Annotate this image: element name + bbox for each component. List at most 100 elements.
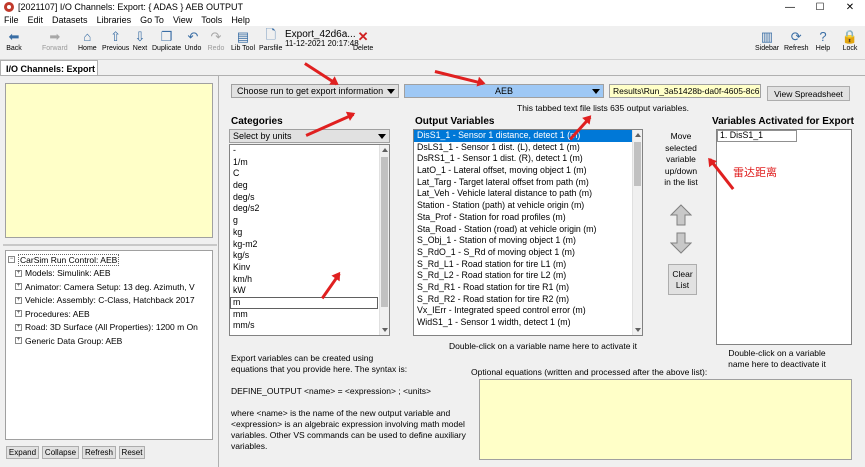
- notes-area[interactable]: [5, 83, 213, 238]
- previous-button[interactable]: ⇧ Previous: [102, 28, 129, 58]
- expand-icon[interactable]: +: [15, 337, 22, 345]
- expand-icon[interactable]: +: [15, 283, 22, 291]
- expand-icon[interactable]: +: [15, 323, 22, 331]
- category-item[interactable]: km/h: [230, 274, 389, 286]
- activated-variable-item[interactable]: 1. DisS1_1: [717, 130, 797, 142]
- menu-datasets[interactable]: Datasets: [52, 15, 88, 25]
- menu-libraries[interactable]: Libraries: [97, 15, 132, 25]
- output-variables-list[interactable]: DisS1_1 - Sensor 1 distance, detect 1 (m…: [413, 129, 643, 336]
- menu-tools[interactable]: Tools: [201, 15, 222, 25]
- run-control-tree[interactable]: − CarSim Run Control: AEB + Models: Simuli…: [5, 250, 213, 440]
- menu-help[interactable]: Help: [231, 15, 250, 25]
- category-item[interactable]: deg/s: [230, 192, 389, 204]
- output-variable-item[interactable]: S_Obj_1 - Station of moving object 1 (m): [414, 235, 642, 247]
- help-button[interactable]: ? Help: [814, 28, 832, 58]
- activated-variables-list[interactable]: 1. DisS1_1: [716, 129, 852, 345]
- view-spreadsheet-button[interactable]: View Spreadsheet: [767, 86, 850, 101]
- run-value-dropdown[interactable]: AEB: [404, 84, 604, 98]
- output-variable-item[interactable]: S_Rd_R2 - Road station for tire R2 (m): [414, 294, 642, 306]
- expand-icon[interactable]: +: [15, 269, 22, 277]
- categories-list[interactable]: - 1/m C deg deg/s deg/s2 g kg kg-m2 kg/s…: [229, 144, 390, 336]
- menu-view[interactable]: View: [173, 15, 192, 25]
- output-variable-item[interactable]: Sta_Road - Station (road) at vehicle ori…: [414, 224, 642, 236]
- clear-list-button[interactable]: Clear List: [668, 264, 697, 295]
- category-item[interactable]: mm: [230, 309, 389, 321]
- category-item[interactable]: kW: [230, 285, 389, 297]
- reset-button[interactable]: Reset: [119, 446, 145, 459]
- output-variable-item[interactable]: S_Rd_R1 - Road station for tire R1 (m): [414, 282, 642, 294]
- output-variable-item[interactable]: LatO_1 - Lateral offset, moving object 1…: [414, 165, 642, 177]
- panel-splitter[interactable]: [3, 244, 217, 246]
- run-select-dropdown[interactable]: Choose run to get export information: [231, 84, 399, 98]
- output-variables-scrollbar[interactable]: [632, 130, 642, 335]
- scroll-thumb[interactable]: [381, 157, 388, 307]
- back-button[interactable]: ⬅ Back: [5, 28, 23, 58]
- optional-equations-field[interactable]: [479, 379, 852, 460]
- sidebar-button[interactable]: ▥ Sidebar: [755, 28, 779, 58]
- output-variable-item[interactable]: Station - Station (path) at vehicle orig…: [414, 200, 642, 212]
- home-button[interactable]: ⌂ Home: [78, 28, 97, 58]
- category-item[interactable]: deg/s2: [230, 203, 389, 215]
- redo-button[interactable]: ↷ Redo: [207, 28, 225, 58]
- category-item[interactable]: 1/m: [230, 157, 389, 169]
- tree-item[interactable]: + Vehicle: Assembly: C-Class, Hatchback 2…: [8, 294, 212, 308]
- results-path-field[interactable]: Results\Run_3a51428b-da0f-4605-8c6: [609, 84, 761, 98]
- output-variable-item[interactable]: S_RdO_1 - S_Rd of moving object 1 (m): [414, 247, 642, 259]
- menu-goto[interactable]: Go To: [140, 15, 164, 25]
- output-variable-item[interactable]: S_Rd_L1 - Road station for tire L1 (m): [414, 259, 642, 271]
- output-variable-item[interactable]: Lat_Targ - Target lateral offset from pa…: [414, 177, 642, 189]
- tree-item[interactable]: + Animator: Camera Setup: 13 deg. Azimuth…: [8, 280, 212, 294]
- undo-button[interactable]: ↶ Undo: [184, 28, 202, 58]
- expand-icon[interactable]: +: [15, 310, 22, 318]
- refresh-button[interactable]: ⟳ Refresh: [784, 28, 809, 58]
- category-item[interactable]: -: [230, 145, 389, 157]
- menu-file[interactable]: File: [4, 15, 19, 25]
- lock-button[interactable]: 🔒 Lock: [841, 28, 859, 58]
- scroll-down-icon[interactable]: [635, 328, 641, 332]
- minimize-button[interactable]: —: [775, 0, 805, 14]
- tree-refresh-button[interactable]: Refresh: [82, 446, 116, 459]
- output-variable-item[interactable]: Lat_Veh - Vehicle lateral distance to pa…: [414, 188, 642, 200]
- tree-item[interactable]: + Road: 3D Surface (All Properties): 1200…: [8, 321, 212, 335]
- collapse-button[interactable]: Collapse: [42, 446, 79, 459]
- scroll-up-icon[interactable]: [635, 133, 641, 137]
- menu-edit[interactable]: Edit: [28, 15, 44, 25]
- expand-icon[interactable]: +: [15, 296, 22, 304]
- scroll-up-icon[interactable]: [382, 148, 388, 152]
- category-item[interactable]: C: [230, 168, 389, 180]
- tree-item[interactable]: + Models: Simulink: AEB: [8, 267, 212, 281]
- move-up-button[interactable]: [670, 204, 692, 226]
- close-window-button[interactable]: ✕: [835, 0, 865, 14]
- maximize-button[interactable]: ☐: [805, 0, 835, 14]
- categories-scrollbar[interactable]: [379, 145, 389, 335]
- tree-item[interactable]: + Generic Data Group: AEB: [8, 334, 212, 348]
- scroll-thumb[interactable]: [634, 142, 641, 186]
- move-down-button[interactable]: [670, 232, 692, 254]
- output-variable-item[interactable]: Vx_IErr - Integrated speed control error…: [414, 305, 642, 317]
- category-item[interactable]: kg: [230, 227, 389, 239]
- output-variable-item[interactable]: WidS1_1 - Sensor 1 width, detect 1 (m): [414, 317, 642, 329]
- forward-button[interactable]: ➡ Forward: [42, 28, 68, 58]
- output-variable-item-selected[interactable]: DisS1_1 - Sensor 1 distance, detect 1 (m…: [414, 130, 642, 142]
- parsfile-button[interactable]: 🗋 Parsfile: [259, 27, 282, 58]
- next-button[interactable]: ⇩ Next: [131, 28, 149, 58]
- category-item[interactable]: kg/s: [230, 250, 389, 262]
- output-variable-item[interactable]: Sta_Prof - Station for road profiles (m): [414, 212, 642, 224]
- output-variable-item[interactable]: DsLS1_1 - Sensor 1 dist. (L), detect 1 (…: [414, 142, 642, 154]
- duplicate-button[interactable]: ❐ Duplicate: [152, 28, 181, 58]
- libtool-button[interactable]: ▤ Lib Tool: [231, 28, 255, 58]
- tree-root[interactable]: − CarSim Run Control: AEB: [8, 253, 212, 267]
- output-variable-item[interactable]: DsRS1_1 - Sensor 1 dist. (R), detect 1 (…: [414, 153, 642, 165]
- category-item-selected[interactable]: m: [230, 296, 378, 309]
- scroll-down-icon[interactable]: [382, 328, 388, 332]
- tree-item[interactable]: + Procedures: AEB: [8, 307, 212, 321]
- category-item[interactable]: g: [230, 215, 389, 227]
- output-variable-item[interactable]: S_Rd_L2 - Road station for tire L2 (m): [414, 270, 642, 282]
- tab-io-channels-export[interactable]: I/O Channels: Export: [0, 60, 98, 76]
- collapse-icon[interactable]: −: [8, 256, 15, 264]
- category-item[interactable]: kg-m2: [230, 239, 389, 251]
- expand-button[interactable]: Expand: [6, 446, 39, 459]
- category-item[interactable]: mm/s: [230, 320, 389, 332]
- category-item[interactable]: Kinv: [230, 262, 389, 274]
- category-item[interactable]: deg: [230, 180, 389, 192]
